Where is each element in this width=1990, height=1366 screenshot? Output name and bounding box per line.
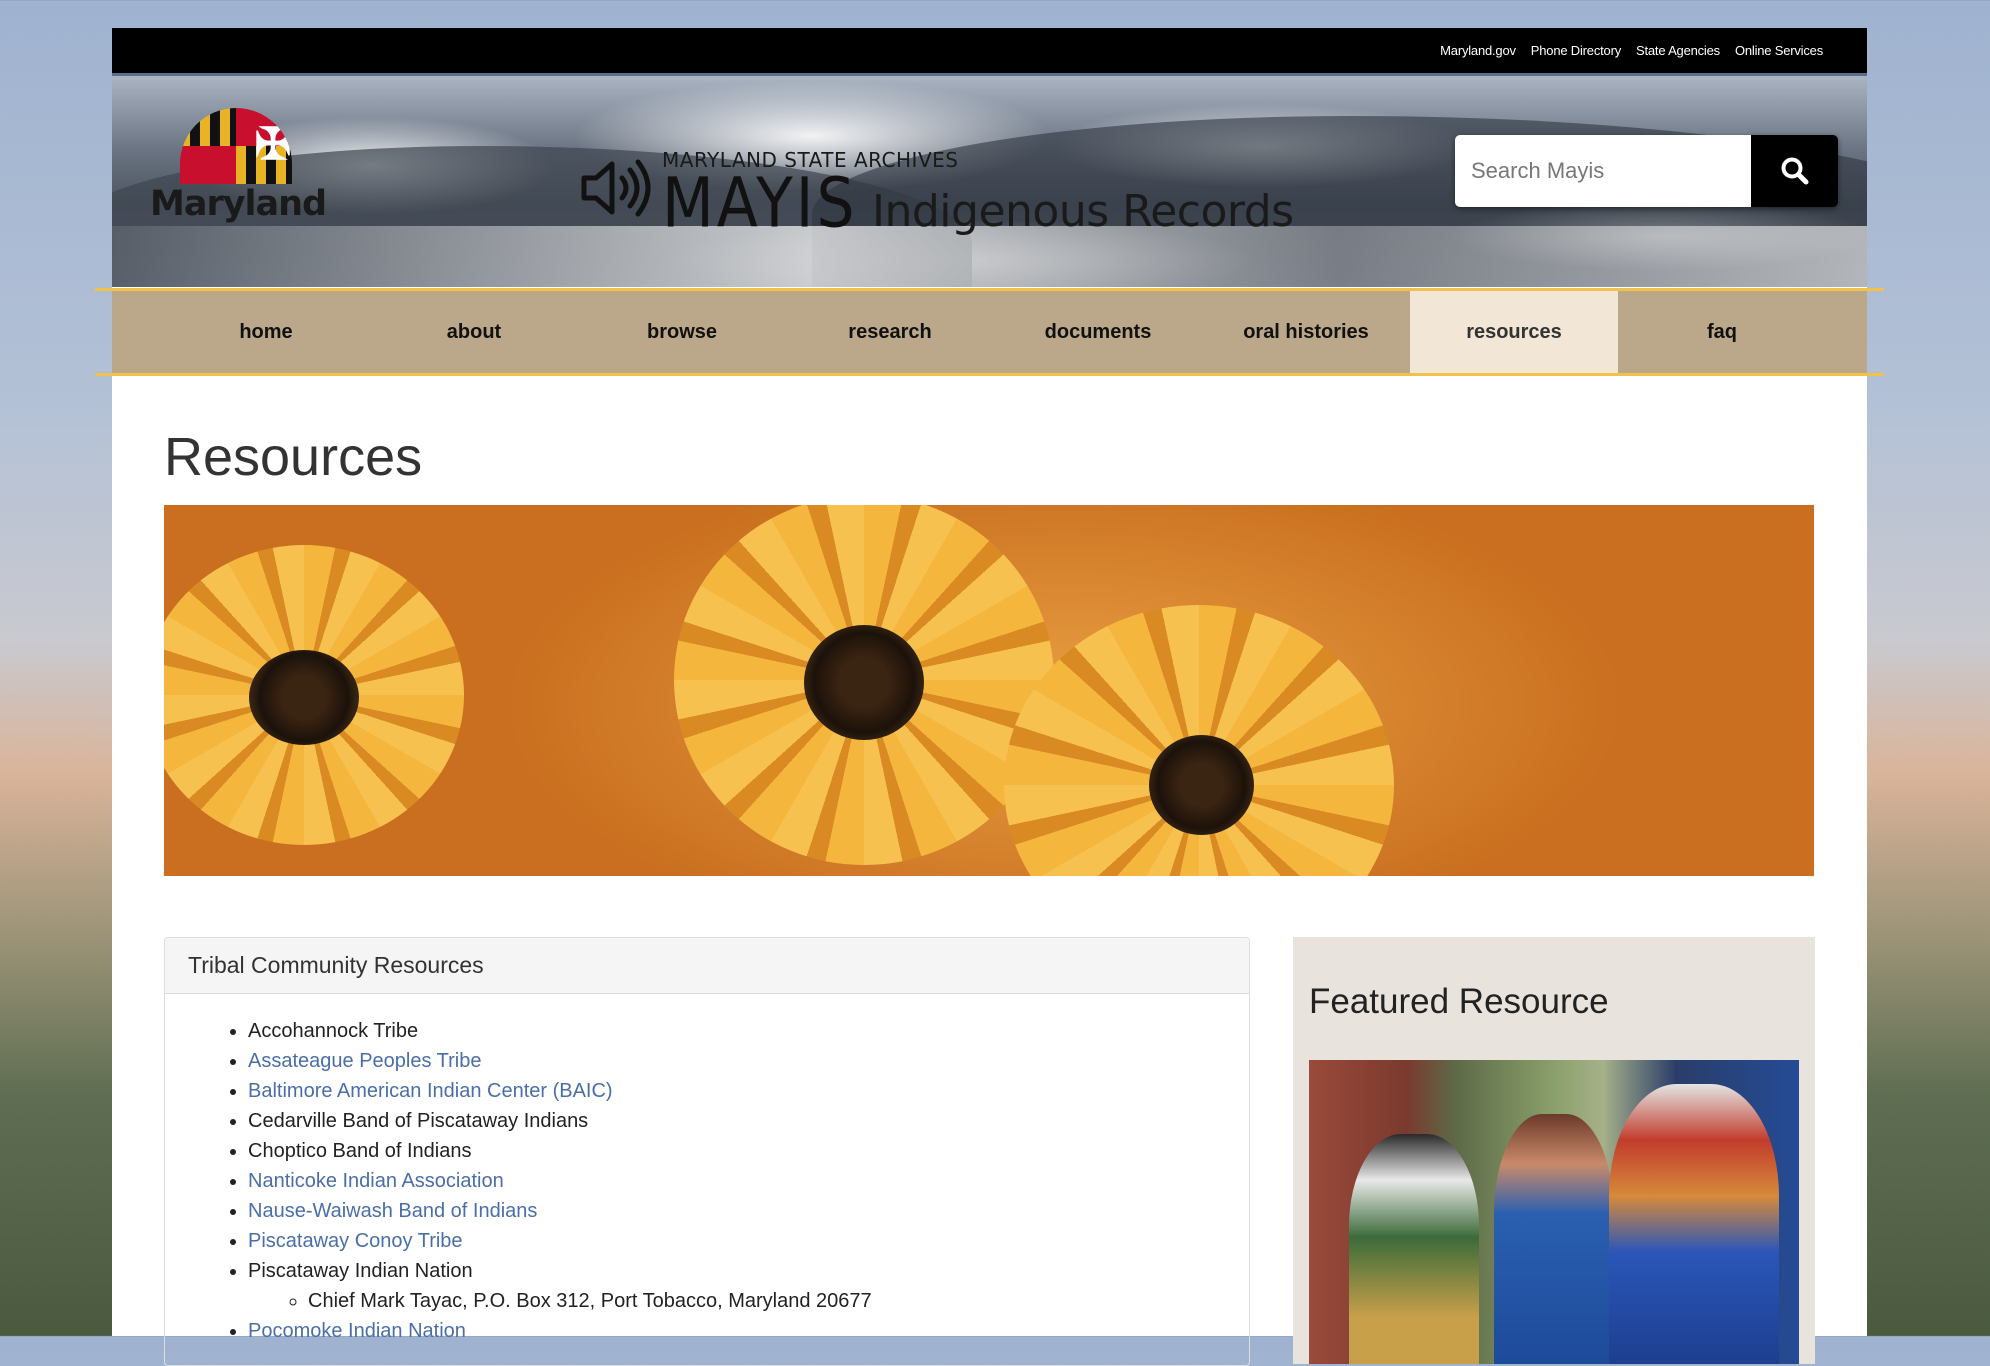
search-icon (1781, 157, 1808, 185)
list-item-text: Piscataway Indian Nation (248, 1260, 473, 1282)
mayis-logo[interactable]: MARYLAND STATE ARCHIVES MAYIS Indigenous… (580, 148, 1340, 244)
featured-image[interactable] (1309, 1060, 1799, 1364)
list-item-link[interactable]: Nause-Waiwash Band of Indians (248, 1200, 537, 1222)
list-item: Nause-Waiwash Band of Indians (248, 1196, 1249, 1226)
utility-link-marylandgov[interactable]: Maryland.gov (1440, 43, 1516, 58)
list-item-link[interactable]: Nanticoke Indian Association (248, 1170, 504, 1192)
list-item: Nanticoke Indian Association (248, 1166, 1249, 1196)
list-item-link[interactable]: Assateague Peoples Tribe (248, 1050, 482, 1072)
utility-link-online-services[interactable]: Online Services (1735, 43, 1823, 58)
nav-resources[interactable]: resources (1410, 291, 1618, 373)
list-item-link[interactable]: Piscataway Conoy Tribe (248, 1230, 463, 1252)
nav-research[interactable]: research (786, 291, 994, 373)
list-item: Piscataway Indian Nation Chief Mark Taya… (248, 1256, 1249, 1316)
list-item-text: Accohannock Tribe (248, 1020, 419, 1042)
section-title: Indigenous Records (872, 186, 1294, 237)
list-item: Pocomoke Indian Nation (248, 1316, 1249, 1346)
utility-link-phone-directory[interactable]: Phone Directory (1531, 43, 1621, 58)
list-item: Piscataway Conoy Tribe (248, 1226, 1249, 1256)
search-button[interactable] (1751, 135, 1838, 207)
speaker-icon (581, 159, 651, 217)
list-item-text: Choptico Band of Indians (248, 1140, 472, 1162)
utility-link-state-agencies[interactable]: State Agencies (1636, 43, 1720, 58)
list-item: Choptico Band of Indians (248, 1136, 1249, 1166)
tribal-resources-list: Accohannock Tribe Assateague Peoples Tri… (165, 994, 1249, 1346)
list-item: Baltimore American Indian Center (BAIC) (248, 1076, 1249, 1106)
list-item-text: Cedarville Band of Piscataway Indians (248, 1110, 589, 1132)
sub-list: Chief Mark Tayac, P.O. Box 312, Port Tob… (248, 1286, 1249, 1316)
hero-image (164, 505, 1814, 876)
page-container: Maryland.gov Phone Directory State Agenc… (95, 28, 1884, 1366)
maryland-flag-icon: ✠ (180, 108, 292, 184)
nav-browse[interactable]: browse (578, 291, 786, 373)
panel-title: Tribal Community Resources (165, 938, 1249, 994)
featured-resource: Featured Resource (1293, 937, 1815, 1364)
nav-oral-histories[interactable]: oral histories (1202, 291, 1410, 373)
nav-faq[interactable]: faq (1618, 291, 1826, 373)
list-item: Assateague Peoples Tribe (248, 1046, 1249, 1076)
featured-title: Featured Resource (1309, 982, 1609, 1021)
nav-home[interactable]: home (162, 291, 370, 373)
list-item-link[interactable]: Baltimore American Indian Center (BAIC) (248, 1080, 613, 1102)
utility-links: Maryland.gov Phone Directory State Agenc… (1440, 28, 1823, 73)
main-nav-bar: home about browse research documents ora… (112, 291, 1867, 373)
search-input[interactable] (1455, 135, 1751, 207)
nav-about[interactable]: about (370, 291, 578, 373)
maryland-logo[interactable]: ✠ Maryland (150, 108, 330, 228)
utility-bar: Maryland.gov Phone Directory State Agenc… (112, 28, 1867, 76)
tribal-resources-panel: Tribal Community Resources Accohannock T… (164, 937, 1250, 1366)
page-title: Resources (164, 427, 423, 487)
maryland-logo-text: Maryland (150, 184, 327, 224)
sub-list-item: Chief Mark Tayac, P.O. Box 312, Port Tob… (308, 1286, 1249, 1316)
list-item: Cedarville Band of Piscataway Indians (248, 1106, 1249, 1136)
search-box (1455, 135, 1838, 207)
list-item-link[interactable]: Pocomoke Indian Nation (248, 1320, 466, 1342)
list-item: Accohannock Tribe (248, 1016, 1249, 1046)
nav-documents[interactable]: documents (994, 291, 1202, 373)
main-nav: home about browse research documents ora… (95, 288, 1884, 376)
brand-name: MAYIS (662, 163, 858, 244)
